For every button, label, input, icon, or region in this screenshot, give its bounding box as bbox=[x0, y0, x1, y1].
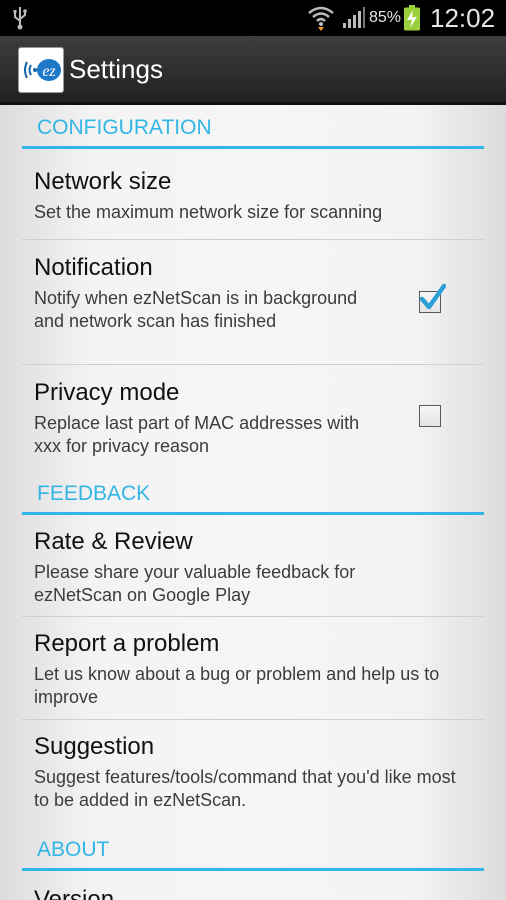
pref-network-size[interactable]: Network size Set the maximum network siz… bbox=[22, 150, 484, 240]
app-logo-icon[interactable]: ez bbox=[18, 47, 64, 93]
pref-summary: Replace last part of MAC addresses with … bbox=[34, 413, 360, 456]
page-title: Settings bbox=[69, 54, 163, 84]
status-clock: 12:02 bbox=[430, 3, 496, 33]
pref-rate-review[interactable]: Rate & Review Please share your valuable… bbox=[22, 516, 484, 617]
section-header-feedback: FEEDBACK bbox=[22, 470, 484, 515]
pref-title: Version bbox=[34, 886, 115, 900]
pref-title: Rate & Review bbox=[34, 528, 193, 555]
pref-notification[interactable]: Notification Notify when ezNetScan is in… bbox=[22, 240, 484, 365]
usb-icon bbox=[12, 6, 28, 35]
section-title: CONFIGURATION bbox=[37, 116, 212, 139]
battery-charging-icon bbox=[403, 5, 421, 36]
pref-summary: Suggest features/tools/command that you'… bbox=[34, 767, 456, 810]
pref-privacy-mode[interactable]: Privacy mode Replace last part of MAC ad… bbox=[22, 365, 484, 479]
pref-title: Suggestion bbox=[34, 733, 155, 760]
pref-summary: Notify when ezNetScan is in background a… bbox=[34, 288, 358, 331]
pref-summary: Please share your valuable feedback for … bbox=[34, 562, 356, 605]
pref-title: Network size bbox=[34, 168, 172, 195]
notification-checkbox[interactable] bbox=[419, 283, 446, 313]
pref-summary: Set the maximum network size for scannin… bbox=[34, 202, 383, 222]
pref-suggestion[interactable]: Suggestion Suggest features/tools/comman… bbox=[22, 720, 484, 816]
pref-summary: Let us know about a bug or problem and h… bbox=[34, 664, 440, 707]
signal-icon bbox=[342, 7, 366, 34]
pref-title: Privacy mode bbox=[34, 379, 180, 406]
section-header-about: ABOUT bbox=[22, 826, 484, 871]
checkmark-icon bbox=[419, 283, 446, 310]
privacy-mode-checkbox[interactable] bbox=[419, 405, 441, 427]
section-header-configuration: CONFIGURATION bbox=[22, 104, 484, 149]
settings-list[interactable]: CONFIGURATION Network size Set the maxim… bbox=[0, 104, 506, 900]
svg-text:ez: ez bbox=[42, 63, 56, 80]
section-title: ABOUT bbox=[37, 838, 110, 861]
pref-title: Report a problem bbox=[34, 630, 220, 657]
pref-version[interactable]: Version bbox=[22, 872, 484, 900]
pref-report-problem[interactable]: Report a problem Let us know about a bug… bbox=[22, 617, 484, 720]
pref-title: Notification bbox=[34, 254, 153, 281]
section-title: FEEDBACK bbox=[37, 482, 151, 505]
status-bar: 85% 12:02 bbox=[0, 0, 506, 36]
action-bar: ez Settings bbox=[0, 36, 506, 105]
wifi-icon bbox=[307, 4, 335, 37]
battery-percent: 85% bbox=[369, 9, 402, 26]
